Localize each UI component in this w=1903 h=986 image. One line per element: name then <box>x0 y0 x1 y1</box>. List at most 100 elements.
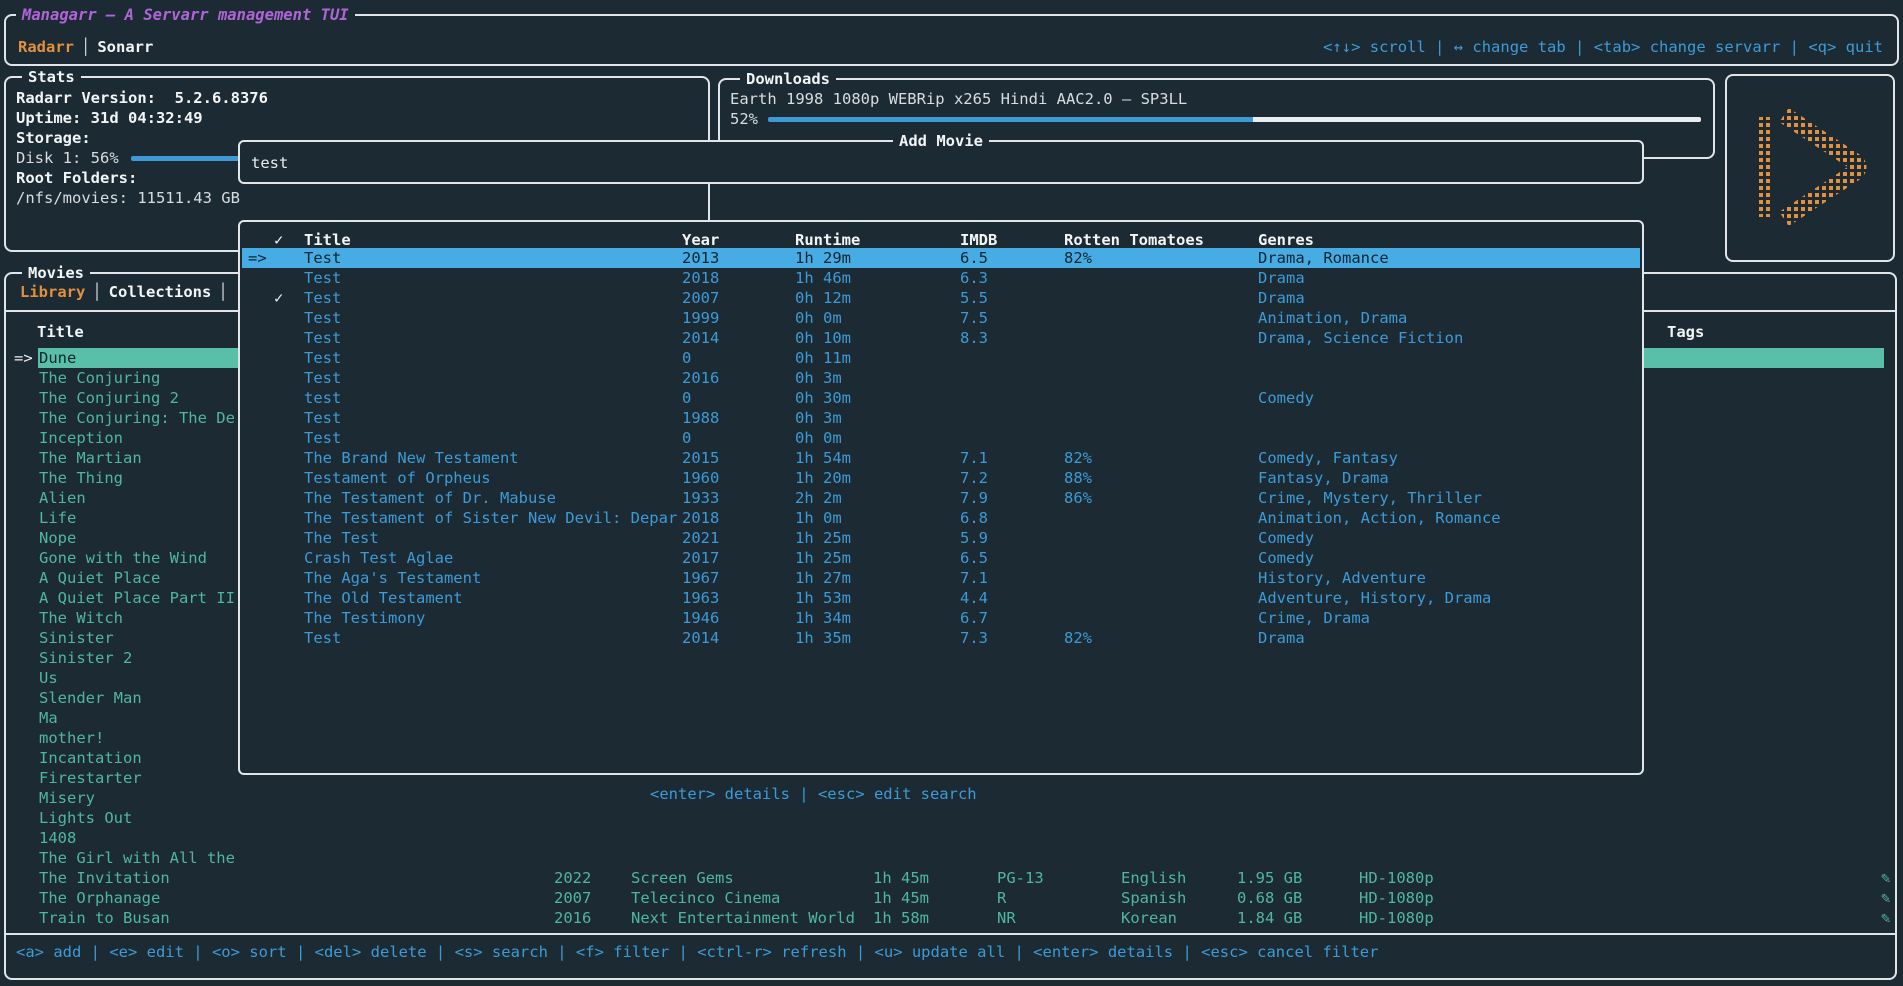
edit-pencil-icon: ✎ <box>1881 908 1890 928</box>
add-movie-result-row[interactable]: The Testimony19461h 34m6.7Crime, Drama <box>242 608 1640 628</box>
result-year: 0 <box>682 348 691 368</box>
add-movie-result-row[interactable]: The Testament of Dr. Mabuse19332h 2m7.98… <box>242 488 1640 508</box>
result-year: 2021 <box>682 528 719 548</box>
movie-quality-profile: HD-1080p <box>1359 888 1434 908</box>
add-movie-result-row[interactable]: The Brand New Testament20151h 54m7.182%C… <box>242 448 1640 468</box>
result-genres: Drama <box>1258 628 1305 648</box>
movie-title: The Witch <box>39 608 123 628</box>
result-runtime: 2h 2m <box>795 488 842 508</box>
movie-year: 2016 <box>554 908 591 928</box>
library-movie-row[interactable]: Lights Out <box>8 808 1893 828</box>
result-year: 0 <box>682 428 691 448</box>
movie-certification: R <box>997 888 1006 908</box>
result-imdb-rating: 7.2 <box>960 468 988 488</box>
result-genres: Drama <box>1258 268 1305 288</box>
add-movie-result-row[interactable]: =>Test20131h 29m6.582%Drama, Romance <box>242 248 1640 268</box>
library-movie-row[interactable]: 1408 <box>8 828 1893 848</box>
result-imdb-rating: 7.9 <box>960 488 988 508</box>
movie-studio: Next Entertainment World <box>631 908 855 928</box>
result-imdb-rating: 6.5 <box>960 548 988 568</box>
add-movie-result-row[interactable]: Testament of Orpheus19601h 20m7.288%Fant… <box>242 468 1640 488</box>
global-keybind-help: <↑↓> scroll | ↔ change tab | <tab> chang… <box>1323 37 1883 57</box>
download-progress-done <box>768 117 1253 122</box>
result-genres: Animation, Drama <box>1258 308 1407 328</box>
tab-library[interactable]: Library <box>20 283 85 301</box>
disk-usage-bar <box>131 156 239 161</box>
root-folders-label: Root Folders: <box>16 168 137 188</box>
tab-sonarr[interactable]: Sonarr <box>97 38 153 56</box>
add-movie-result-row[interactable]: The Testament of Sister New Devil: Depar… <box>242 508 1640 528</box>
add-movie-result-row[interactable]: Test00h 11m <box>242 348 1640 368</box>
edit-pencil-icon: ✎ <box>1881 868 1890 888</box>
add-movie-result-row[interactable]: The Aga's Testament19671h 27m7.1History,… <box>242 568 1640 588</box>
movie-size: 0.68 GB <box>1237 888 1302 908</box>
managarr-logo <box>1744 101 1876 235</box>
result-title: Test <box>304 428 341 448</box>
result-year: 2014 <box>682 328 719 348</box>
library-movie-row[interactable]: The Orphanage2007Telecinco Cinema1h 45mR… <box>8 888 1893 908</box>
movie-title: The Invitation <box>39 868 170 888</box>
result-imdb-rating: 6.3 <box>960 268 988 288</box>
library-keybind-help: <a> add | <e> edit | <o> sort | <del> de… <box>16 942 1378 962</box>
movie-title: A Quiet Place <box>39 568 160 588</box>
movie-title: Alien <box>39 488 86 508</box>
title-column-header: Title <box>37 322 84 342</box>
result-year: 2014 <box>682 628 719 648</box>
year-column-header: Year <box>682 230 719 250</box>
result-imdb-rating: 6.8 <box>960 508 988 528</box>
result-title: The Aga's Testament <box>304 568 481 588</box>
add-movie-result-row[interactable]: Test19880h 3m <box>242 408 1640 428</box>
result-genres: Comedy, Fantasy <box>1258 448 1398 468</box>
movie-studio: Telecinco Cinema <box>631 888 780 908</box>
result-genres: History, Adventure <box>1258 568 1426 588</box>
results-header-row: ✓ Title Year Runtime IMDB Rotten Tomatoe… <box>242 230 1640 250</box>
movie-certification: PG-13 <box>997 868 1044 888</box>
add-movie-result-row[interactable]: ✓Test20070h 12m5.5Drama <box>242 288 1640 308</box>
movie-title: Sinister 2 <box>39 648 132 668</box>
result-year: 2007 <box>682 288 719 308</box>
library-movie-row[interactable]: The Invitation2022Screen Gems1h 45mPG-13… <box>8 868 1893 888</box>
add-movie-result-row[interactable]: test00h 30mComedy <box>242 388 1640 408</box>
movie-quality-profile: HD-1080p <box>1359 868 1434 888</box>
tab-separator: │ <box>74 38 97 56</box>
genres-column-header: Genres <box>1258 230 1314 250</box>
movie-title: Us <box>39 668 58 688</box>
result-year: 1999 <box>682 308 719 328</box>
add-movie-result-row[interactable]: Test20160h 3m <box>242 368 1640 388</box>
movie-studio: Screen Gems <box>631 868 734 888</box>
add-movie-results-panel: ✓ Title Year Runtime IMDB Rotten Tomatoe… <box>238 220 1644 775</box>
add-movie-result-row[interactable]: Crash Test Aglae20171h 25m6.5Comedy <box>242 548 1640 568</box>
result-title: Test <box>304 348 341 368</box>
result-runtime: 0h 3m <box>795 368 842 388</box>
result-year: 1946 <box>682 608 719 628</box>
result-runtime: 0h 3m <box>795 408 842 428</box>
add-movie-result-row[interactable]: Test20181h 46m6.3Drama <box>242 268 1640 288</box>
movie-language: Spanish <box>1121 888 1186 908</box>
result-rotten-tomatoes: 82% <box>1064 448 1092 468</box>
movie-runtime: 1h 58m <box>873 908 929 928</box>
result-title: test <box>304 388 341 408</box>
add-movie-result-row[interactable]: Test20140h 10m8.3Drama, Science Fiction <box>242 328 1640 348</box>
add-movie-result-row[interactable]: Test20141h 35m7.382%Drama <box>242 628 1640 648</box>
add-movie-result-row[interactable]: The Old Testament19631h 53m4.4Adventure,… <box>242 588 1640 608</box>
library-movie-row[interactable]: Train to Busan2016Next Entertainment Wor… <box>8 908 1893 928</box>
result-runtime: 0h 10m <box>795 328 851 348</box>
add-movie-result-row[interactable]: Test00h 0m <box>242 428 1640 448</box>
movie-title: Slender Man <box>39 688 142 708</box>
library-tabs: Library│Collections│ <box>20 282 235 302</box>
servarr-tabs: Radarr│Sonarr <box>18 37 153 57</box>
movie-title: A Quiet Place Part II <box>39 588 235 608</box>
add-movie-result-row[interactable]: The Test20211h 25m5.9Comedy <box>242 528 1640 548</box>
add-movie-search-box[interactable]: Add Movie test <box>238 140 1644 184</box>
result-title: Test <box>304 408 341 428</box>
result-imdb-rating: 7.3 <box>960 628 988 648</box>
tab-radarr[interactable]: Radarr <box>18 38 74 56</box>
add-movie-result-row[interactable]: Test19990h 0m7.5Animation, Drama <box>242 308 1640 328</box>
result-imdb-rating: 6.7 <box>960 608 988 628</box>
tab-collections[interactable]: Collections <box>109 283 212 301</box>
search-input[interactable]: test <box>251 153 288 173</box>
result-year: 2017 <box>682 548 719 568</box>
logo-panel <box>1725 74 1895 262</box>
results-rows: =>Test20131h 29m6.582%Drama, Romance Test… <box>242 248 1640 648</box>
library-movie-row[interactable]: The Girl with All the <box>8 848 1893 868</box>
